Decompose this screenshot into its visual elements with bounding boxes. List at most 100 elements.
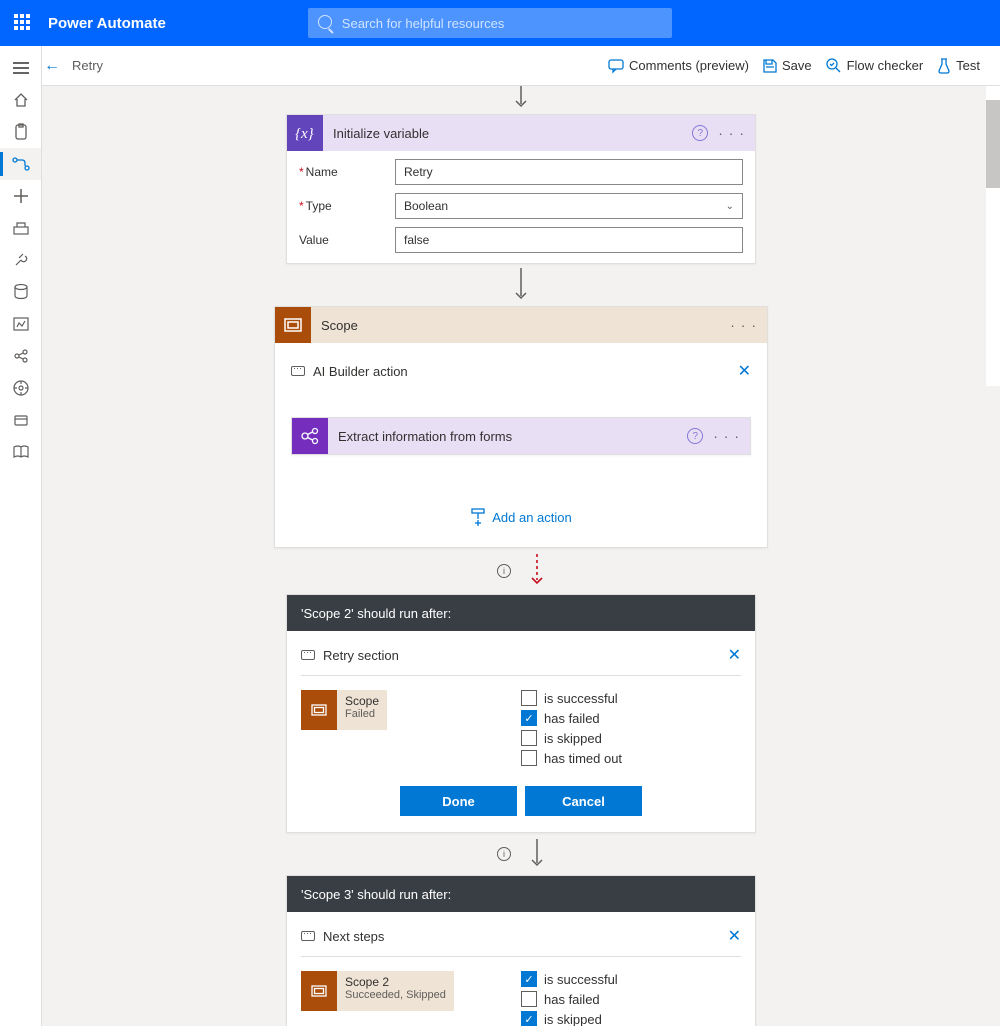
chevron-down-icon: ⌄ <box>726 201 734 212</box>
scope3-runafter-header: 'Scope 3' should run after: <box>287 876 755 912</box>
comment-icon <box>291 366 305 376</box>
add-action-label: Add an action <box>492 510 572 525</box>
more-icon[interactable]: · · · <box>713 428 740 444</box>
name-label: *Name <box>299 165 395 179</box>
scope-card: Scope · · · AI Builder action ✕ Extract … <box>274 306 768 548</box>
timedout-label: has timed out <box>544 751 622 766</box>
connector-row: i <box>497 554 545 588</box>
close-icon[interactable]: ✕ <box>728 926 741 946</box>
scrollbar-thumb[interactable] <box>986 100 1000 188</box>
comments-button[interactable]: Comments (preview) <box>608 58 749 73</box>
previous-action-name: Scope <box>337 690 379 708</box>
failed-checkbox[interactable] <box>521 991 537 1007</box>
scope2-runafter-header: 'Scope 2' should run after: <box>287 595 755 631</box>
info-icon[interactable]: i <box>497 847 511 861</box>
page-title: Retry <box>72 58 103 73</box>
name-input[interactable]: Retry <box>395 159 743 185</box>
save-button[interactable]: Save <box>763 58 812 73</box>
value-label: Value <box>299 233 395 247</box>
scope-comment-label: AI Builder action <box>313 364 738 379</box>
failed-checkbox[interactable] <box>521 710 537 726</box>
successful-checkbox[interactable] <box>521 690 537 706</box>
search-input[interactable] <box>308 8 672 38</box>
search-icon <box>318 15 332 29</box>
scope-header[interactable]: Scope · · · <box>275 307 767 343</box>
save-label: Save <box>782 58 812 73</box>
scope-icon <box>275 307 311 343</box>
flow-checker-button[interactable]: Flow checker <box>826 58 924 74</box>
initialize-variable-header[interactable]: {x} Initialize variable ? · · · <box>287 115 755 151</box>
rail-action-items-icon[interactable] <box>0 116 41 148</box>
help-icon[interactable]: ? <box>687 428 703 444</box>
skipped-checkbox[interactable] <box>521 730 537 746</box>
initialize-variable-title: Initialize variable <box>323 126 692 141</box>
scrollbar[interactable] <box>986 86 1000 386</box>
command-bar: ← Retry Comments (preview) Save Flow che… <box>0 46 1000 86</box>
search-wrap <box>308 8 672 38</box>
rail-flows-icon[interactable] <box>0 148 41 180</box>
failed-label: has failed <box>544 992 600 1007</box>
previous-action-status: Succeeded, Skipped <box>337 989 446 1001</box>
close-icon[interactable]: ✕ <box>728 645 741 665</box>
skipped-label: is skipped <box>544 731 602 746</box>
timedout-checkbox[interactable] <box>521 750 537 766</box>
flow-checker-label: Flow checker <box>847 58 924 73</box>
rail-learn-icon[interactable] <box>0 436 41 468</box>
cancel-button[interactable]: Cancel <box>525 786 642 816</box>
more-icon[interactable]: · · · <box>718 125 745 141</box>
rail-connectors-icon[interactable] <box>0 244 41 276</box>
connector-row: i <box>497 839 545 869</box>
previous-action-status: Failed <box>337 708 379 720</box>
add-action-button[interactable]: Add an action <box>279 509 763 525</box>
scope3-runafter-card: 'Scope 3' should run after: Next steps ✕… <box>286 875 756 1026</box>
waffle-icon[interactable] <box>14 14 32 32</box>
rail-solutions-icon[interactable] <box>0 404 41 436</box>
rail-ai-builder-icon[interactable] <box>0 340 41 372</box>
scope-icon <box>301 971 337 1011</box>
previous-action-chip: Scope Failed <box>301 690 487 770</box>
rail-create-icon[interactable] <box>0 180 41 212</box>
rail-process-icon[interactable] <box>0 372 41 404</box>
test-label: Test <box>956 58 980 73</box>
rail-monitor-icon[interactable] <box>0 308 41 340</box>
connector-dashed-arrow-icon <box>529 554 545 588</box>
successful-label: is successful <box>544 972 618 987</box>
rail-data-icon[interactable] <box>0 276 41 308</box>
info-icon[interactable]: i <box>497 564 511 578</box>
left-rail <box>0 46 42 1026</box>
value-input[interactable]: false <box>395 227 743 253</box>
top-bar: Power Automate <box>0 0 1000 46</box>
brand-label: Power Automate <box>48 15 166 32</box>
test-button[interactable]: Test <box>937 58 980 74</box>
extract-forms-title: Extract information from forms <box>328 429 687 444</box>
extract-forms-action: Extract information from forms ? · · · <box>291 417 751 455</box>
variable-icon: {x} <box>287 115 323 151</box>
comments-label: Comments (preview) <box>629 58 749 73</box>
rail-home-icon[interactable] <box>0 84 41 116</box>
comment-icon <box>301 931 315 941</box>
previous-action-chip: Scope 2 Succeeded, Skipped <box>301 971 487 1026</box>
back-arrow-icon[interactable]: ← <box>44 57 60 75</box>
more-icon[interactable]: · · · <box>730 317 757 333</box>
failed-label: has failed <box>544 711 600 726</box>
comment-icon <box>301 650 315 660</box>
skipped-checkbox[interactable] <box>521 1011 537 1026</box>
done-button[interactable]: Done <box>400 786 517 816</box>
scope2-comment-label: Retry section <box>323 648 728 663</box>
close-icon[interactable]: ✕ <box>738 361 751 381</box>
initialize-variable-card: {x} Initialize variable ? · · · *Name Re… <box>286 114 756 264</box>
type-label: *Type <box>299 199 395 213</box>
help-icon[interactable]: ? <box>692 125 708 141</box>
type-select[interactable]: Boolean⌄ <box>395 193 743 219</box>
flow-canvas[interactable]: {x} Initialize variable ? · · · *Name Re… <box>42 86 1000 1026</box>
connector-arrow-icon <box>513 268 529 302</box>
svg-text:{x}: {x} <box>295 126 314 142</box>
rail-templates-icon[interactable] <box>0 212 41 244</box>
previous-action-name: Scope 2 <box>337 971 446 989</box>
skipped-label: is skipped <box>544 1012 602 1026</box>
successful-checkbox[interactable] <box>521 971 537 987</box>
hamburger-icon[interactable] <box>0 52 41 84</box>
scope-title: Scope <box>311 318 730 333</box>
scope2-runafter-card: 'Scope 2' should run after: Retry sectio… <box>286 594 756 833</box>
extract-forms-header[interactable]: Extract information from forms ? · · · <box>292 418 750 454</box>
